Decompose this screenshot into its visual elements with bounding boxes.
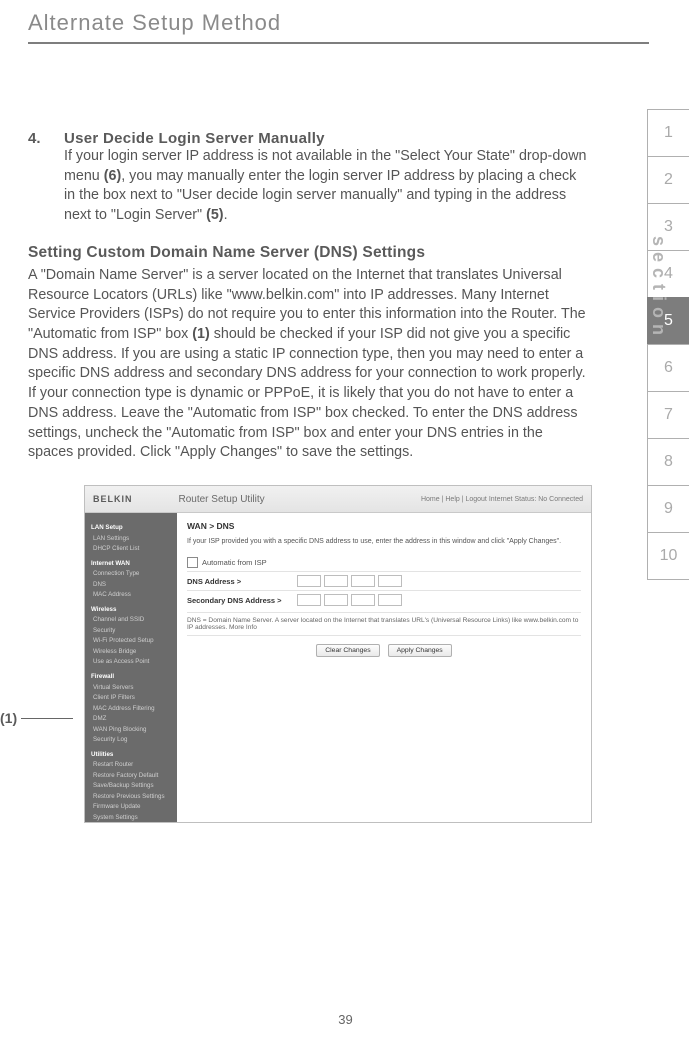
sidebar-item[interactable]: DHCP Client List bbox=[91, 544, 171, 555]
step-ref-6: (6) bbox=[104, 168, 121, 184]
secondary-dns-octet-input[interactable] bbox=[351, 594, 375, 606]
sidebar-item[interactable]: DNS bbox=[91, 580, 171, 591]
callout-1-label: (1) bbox=[0, 710, 17, 726]
sidebar-item[interactable]: Wi-Fi Protected Setup bbox=[91, 636, 171, 647]
sidebar-item[interactable]: WAN Ping Blocking bbox=[91, 725, 171, 736]
secondary-dns-row: Secondary DNS Address > bbox=[187, 590, 581, 609]
router-topbar: BELKIN Router Setup Utility Home | Help … bbox=[85, 486, 591, 513]
apply-changes-button[interactable]: Apply Changes bbox=[388, 644, 452, 657]
auto-from-isp-checkbox[interactable] bbox=[187, 557, 198, 568]
dns-octet-input[interactable] bbox=[297, 575, 321, 587]
header-rule bbox=[28, 42, 649, 44]
page-number: 39 bbox=[0, 1012, 691, 1027]
dns-heading: Setting Custom Domain Name Server (DNS) … bbox=[28, 244, 589, 262]
sidebar-group: Internet WAN bbox=[91, 559, 171, 570]
sidebar-item[interactable]: Channel and SSID bbox=[91, 615, 171, 626]
router-ui-screenshot: BELKIN Router Setup Utility Home | Help … bbox=[84, 485, 592, 823]
dns-address-label: DNS Address > bbox=[187, 577, 297, 586]
sidebar-item[interactable]: Restore Previous Settings bbox=[91, 792, 171, 803]
section-vertical-label: section bbox=[648, 236, 669, 341]
router-app-title: Router Setup Utility bbox=[179, 494, 265, 505]
brand-logo: BELKIN bbox=[93, 494, 133, 504]
step-ref-5: (5) bbox=[206, 207, 223, 223]
section-tab-9[interactable]: 9 bbox=[647, 485, 689, 533]
step-body-post: . bbox=[224, 207, 228, 223]
callout-1: (1) bbox=[0, 710, 73, 726]
sidebar-item[interactable]: Security bbox=[91, 626, 171, 637]
secondary-dns-label: Secondary DNS Address > bbox=[187, 596, 297, 605]
dns-address-row: DNS Address > bbox=[187, 571, 581, 590]
step-title: User Decide Login Server Manually bbox=[64, 130, 589, 147]
sidebar-item[interactable]: Save/Backup Settings bbox=[91, 781, 171, 792]
sidebar-item[interactable]: Restore Factory Default bbox=[91, 771, 171, 782]
page-header-title: Alternate Setup Method bbox=[28, 10, 649, 36]
breadcrumb: WAN > DNS bbox=[187, 521, 581, 531]
sidebar-item[interactable]: Firmware Update bbox=[91, 802, 171, 813]
dns-octet-input[interactable] bbox=[351, 575, 375, 587]
sidebar-item[interactable]: Use as Access Point bbox=[91, 657, 171, 668]
auto-from-isp-label: Automatic from ISP bbox=[202, 558, 267, 567]
sidebar-group: LAN Setup bbox=[91, 523, 171, 534]
dns-intro-text: If your ISP provided you with a specific… bbox=[187, 537, 581, 546]
section-tab-7[interactable]: 7 bbox=[647, 391, 689, 439]
clear-changes-button[interactable]: Clear Changes bbox=[316, 644, 379, 657]
sidebar-item[interactable]: Virtual Servers bbox=[91, 683, 171, 694]
sidebar-item[interactable]: Client IP Filters bbox=[91, 693, 171, 704]
sidebar-item[interactable]: DMZ bbox=[91, 714, 171, 725]
auto-from-isp-row: Automatic from ISP bbox=[187, 554, 581, 571]
sidebar-item[interactable]: Restart Router bbox=[91, 760, 171, 771]
dns-note: DNS = Domain Name Server. A server locat… bbox=[187, 612, 581, 636]
dns-body-post: should be checked if your ISP did not gi… bbox=[28, 326, 586, 460]
sidebar-item[interactable]: Security Log bbox=[91, 735, 171, 746]
dns-octet-input[interactable] bbox=[378, 575, 402, 587]
sidebar-group: Utilities bbox=[91, 750, 171, 761]
dns-body: A "Domain Name Server" is a server locat… bbox=[28, 266, 589, 463]
sidebar-item[interactable]: MAC Address Filtering bbox=[91, 704, 171, 715]
secondary-dns-octet-input[interactable] bbox=[297, 594, 321, 606]
dns-ref-1: (1) bbox=[192, 326, 209, 342]
sidebar-group: Firewall bbox=[91, 672, 171, 683]
sidebar-item[interactable]: Connection Type bbox=[91, 569, 171, 580]
section-tab-10[interactable]: 10 bbox=[647, 532, 689, 580]
section-tab-2[interactable]: 2 bbox=[647, 156, 689, 204]
sidebar-item[interactable]: LAN Settings bbox=[91, 534, 171, 545]
section-tabs: section 12345678910 bbox=[647, 110, 691, 580]
sidebar-group: Wireless bbox=[91, 605, 171, 616]
step-body: If your login server IP address is not a… bbox=[64, 147, 589, 226]
callout-1-line bbox=[21, 718, 73, 719]
topbar-right-links[interactable]: Home | Help | Logout Internet Status: No… bbox=[421, 496, 583, 503]
sidebar-item[interactable]: Wireless Bridge bbox=[91, 647, 171, 658]
secondary-dns-octet-input[interactable] bbox=[324, 594, 348, 606]
sidebar-item[interactable]: MAC Address bbox=[91, 590, 171, 601]
step-body-mid: , you may manually enter the login serve… bbox=[64, 168, 576, 223]
section-tab-1[interactable]: 1 bbox=[647, 109, 689, 157]
router-sidebar: LAN SetupLAN SettingsDHCP Client List Int… bbox=[85, 513, 177, 823]
router-main-panel: WAN > DNS If your ISP provided you with … bbox=[177, 513, 591, 823]
secondary-dns-octet-input[interactable] bbox=[378, 594, 402, 606]
section-tab-8[interactable]: 8 bbox=[647, 438, 689, 486]
dns-octet-input[interactable] bbox=[324, 575, 348, 587]
sidebar-item[interactable]: System Settings bbox=[91, 813, 171, 823]
step-number: 4. bbox=[28, 130, 46, 226]
section-tab-6[interactable]: 6 bbox=[647, 344, 689, 392]
step-4: 4. User Decide Login Server Manually If … bbox=[28, 130, 589, 226]
